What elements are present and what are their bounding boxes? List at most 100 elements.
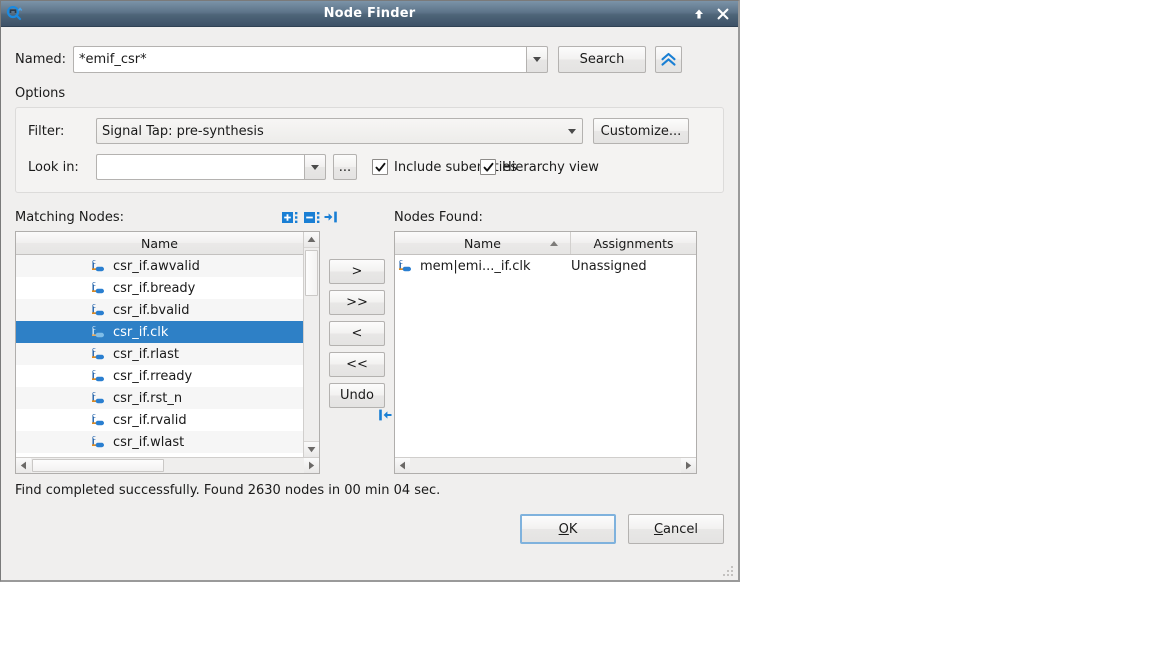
double-chevron-up-icon <box>661 52 676 66</box>
look-in-dropdown-arrow[interactable] <box>304 154 326 180</box>
ok-button[interactable]: OK <box>520 514 616 544</box>
table-row[interactable]: c csr_if.rready <box>16 365 303 387</box>
matching-nodes-column-header: Name <box>16 232 303 255</box>
node-finder-dialog: Node Finder Named: *emif_csr* Search Opt… <box>0 0 740 582</box>
column-header-assignments[interactable]: Assignments <box>571 232 696 254</box>
column-header-name-label: Name <box>464 235 501 251</box>
scroll-right-button[interactable] <box>681 458 696 473</box>
remove-selected-button[interactable]: < <box>329 321 385 346</box>
look-in-row: Look in: ... Include subentities Hierarc… <box>28 154 711 180</box>
look-in-browse-button[interactable]: ... <box>333 154 357 180</box>
node-name: csr_if.rst_n <box>113 390 183 406</box>
collapse-all-icon[interactable] <box>304 211 320 224</box>
scroll-left-button[interactable] <box>16 458 31 473</box>
table-row[interactable]: c mem|emi..._if.clk Unassigned <box>395 255 696 277</box>
table-row[interactable]: c csr_if.rvalid <box>16 409 303 431</box>
table-row[interactable]: c csr_if.wlast <box>16 431 303 453</box>
found-node-name: mem|emi..._if.clk <box>420 258 531 274</box>
nodes-found-listbox[interactable]: Name Assignments c mem|emi..._if.clk Unass… <box>394 231 697 474</box>
look-in-combobox[interactable] <box>96 154 326 180</box>
chevron-down-icon <box>311 164 319 170</box>
signal-node-icon: c <box>92 346 104 360</box>
sort-ascending-icon <box>550 240 558 246</box>
matching-nodes-rows[interactable]: c csr_if.awvalid c csr_if.bready c csr_if.bva… <box>16 255 303 457</box>
signal-node-icon: c <box>92 412 104 426</box>
column-header-name[interactable]: Name <box>16 232 303 254</box>
node-name: csr_if.awvalid <box>113 258 200 274</box>
close-x-icon[interactable] <box>716 7 730 21</box>
checkmark-icon <box>480 159 496 175</box>
search-button[interactable]: Search <box>558 46 646 73</box>
signal-node-icon: c <box>92 302 104 316</box>
signal-node-icon: c <box>399 258 411 272</box>
matching-nodes-vscrollbar[interactable] <box>303 232 319 457</box>
table-row[interactable]: c csr_if.rst_n <box>16 387 303 409</box>
table-row[interactable]: c csr_if.rlast <box>16 343 303 365</box>
window-title: Node Finder <box>323 6 416 21</box>
table-row[interactable]: c csr_if.bready <box>16 277 303 299</box>
resize-grip[interactable] <box>721 563 735 577</box>
signal-node-icon: c <box>92 434 104 448</box>
dialog-footer: OK Cancel <box>15 514 724 544</box>
look-in-input[interactable] <box>96 154 304 180</box>
vscroll-track[interactable] <box>304 248 319 441</box>
node-name: csr_if.wlast <box>113 434 185 450</box>
node-name: csr_if.rready <box>113 368 193 384</box>
scroll-left-button[interactable] <box>395 458 410 473</box>
filter-combobox[interactable]: Signal Tap: pre-synthesis <box>96 118 583 144</box>
vscroll-thumb[interactable] <box>305 250 318 296</box>
matching-nodes-hscrollbar[interactable] <box>16 457 319 473</box>
panel-expand-right-icon[interactable] <box>324 207 340 227</box>
filter-value[interactable]: Signal Tap: pre-synthesis <box>96 118 561 144</box>
transfer-buttons-column: > >> < << Undo <box>320 207 394 424</box>
nodes-found-header: Nodes Found: <box>394 207 697 227</box>
add-selected-button[interactable]: > <box>329 259 385 284</box>
add-all-button[interactable]: >> <box>329 290 385 315</box>
table-row[interactable]: c csr_if.awvalid <box>16 255 303 277</box>
table-row[interactable]: c csr_if.clk <box>16 321 303 343</box>
panel-expand-left-icon[interactable] <box>376 408 392 422</box>
title-bar: Node Finder <box>1 1 738 27</box>
cancel-rest: ancel <box>663 521 699 537</box>
signal-node-icon: c <box>92 390 104 404</box>
named-input[interactable]: *emif_csr* <box>73 46 526 73</box>
named-dropdown-arrow[interactable] <box>526 46 548 73</box>
nodes-found-column-header: Name Assignments <box>395 232 696 255</box>
named-combobox[interactable]: *emif_csr* <box>73 46 548 73</box>
hierarchy-view-label: Hierarchy view <box>502 159 599 175</box>
hscroll-track[interactable] <box>31 458 304 473</box>
undo-button[interactable]: Undo <box>329 383 385 408</box>
matching-nodes-listbox[interactable]: Name c csr_if.awvalid c csr_if.bready c csr_i… <box>15 231 320 474</box>
node-name: csr_if.bready <box>113 280 196 296</box>
hierarchy-view-checkbox[interactable]: Hierarchy view <box>480 159 599 175</box>
scroll-up-button[interactable] <box>304 232 319 248</box>
hscroll-track[interactable] <box>410 458 681 473</box>
collapse-panel-button[interactable] <box>655 46 682 73</box>
look-in-label: Look in: <box>28 159 79 175</box>
nodes-found-panel: Nodes Found: Name Assignments c mem|emi.… <box>394 207 697 474</box>
found-assignment: Unassigned <box>571 258 647 274</box>
filter-row: Filter: Signal Tap: pre-synthesis Custom… <box>28 118 711 144</box>
cancel-button[interactable]: Cancel <box>628 514 724 544</box>
nodes-found-rows[interactable]: c mem|emi..._if.clk Unassigned <box>395 255 696 457</box>
named-label: Named: <box>15 52 66 67</box>
named-row: Named: *emif_csr* Search <box>15 46 724 73</box>
hscroll-thumb[interactable] <box>32 459 164 472</box>
customize-button[interactable]: Customize... <box>593 118 689 144</box>
expand-all-icon[interactable] <box>282 211 298 224</box>
column-header-name[interactable]: Name <box>395 232 571 254</box>
matching-nodes-panel: Matching Nodes: Name c csr_if.awvalid c … <box>15 207 320 474</box>
nodes-found-hscrollbar[interactable] <box>395 457 696 473</box>
options-group: Filter: Signal Tap: pre-synthesis Custom… <box>15 107 724 193</box>
node-name: csr_if.clk <box>113 324 169 340</box>
filter-dropdown-arrow[interactable] <box>561 118 583 144</box>
status-message: Find completed successfully. Found 2630 … <box>15 483 441 498</box>
scroll-down-button[interactable] <box>304 441 319 457</box>
signal-node-icon: c <box>92 258 104 272</box>
scroll-right-button[interactable] <box>304 458 319 473</box>
arrow-up-icon[interactable] <box>692 7 706 21</box>
remove-all-button[interactable]: << <box>329 352 385 377</box>
include-subentities-checkbox[interactable]: Include subentities <box>372 159 517 175</box>
table-row[interactable]: c csr_if.bvalid <box>16 299 303 321</box>
options-label: Options <box>15 86 66 101</box>
